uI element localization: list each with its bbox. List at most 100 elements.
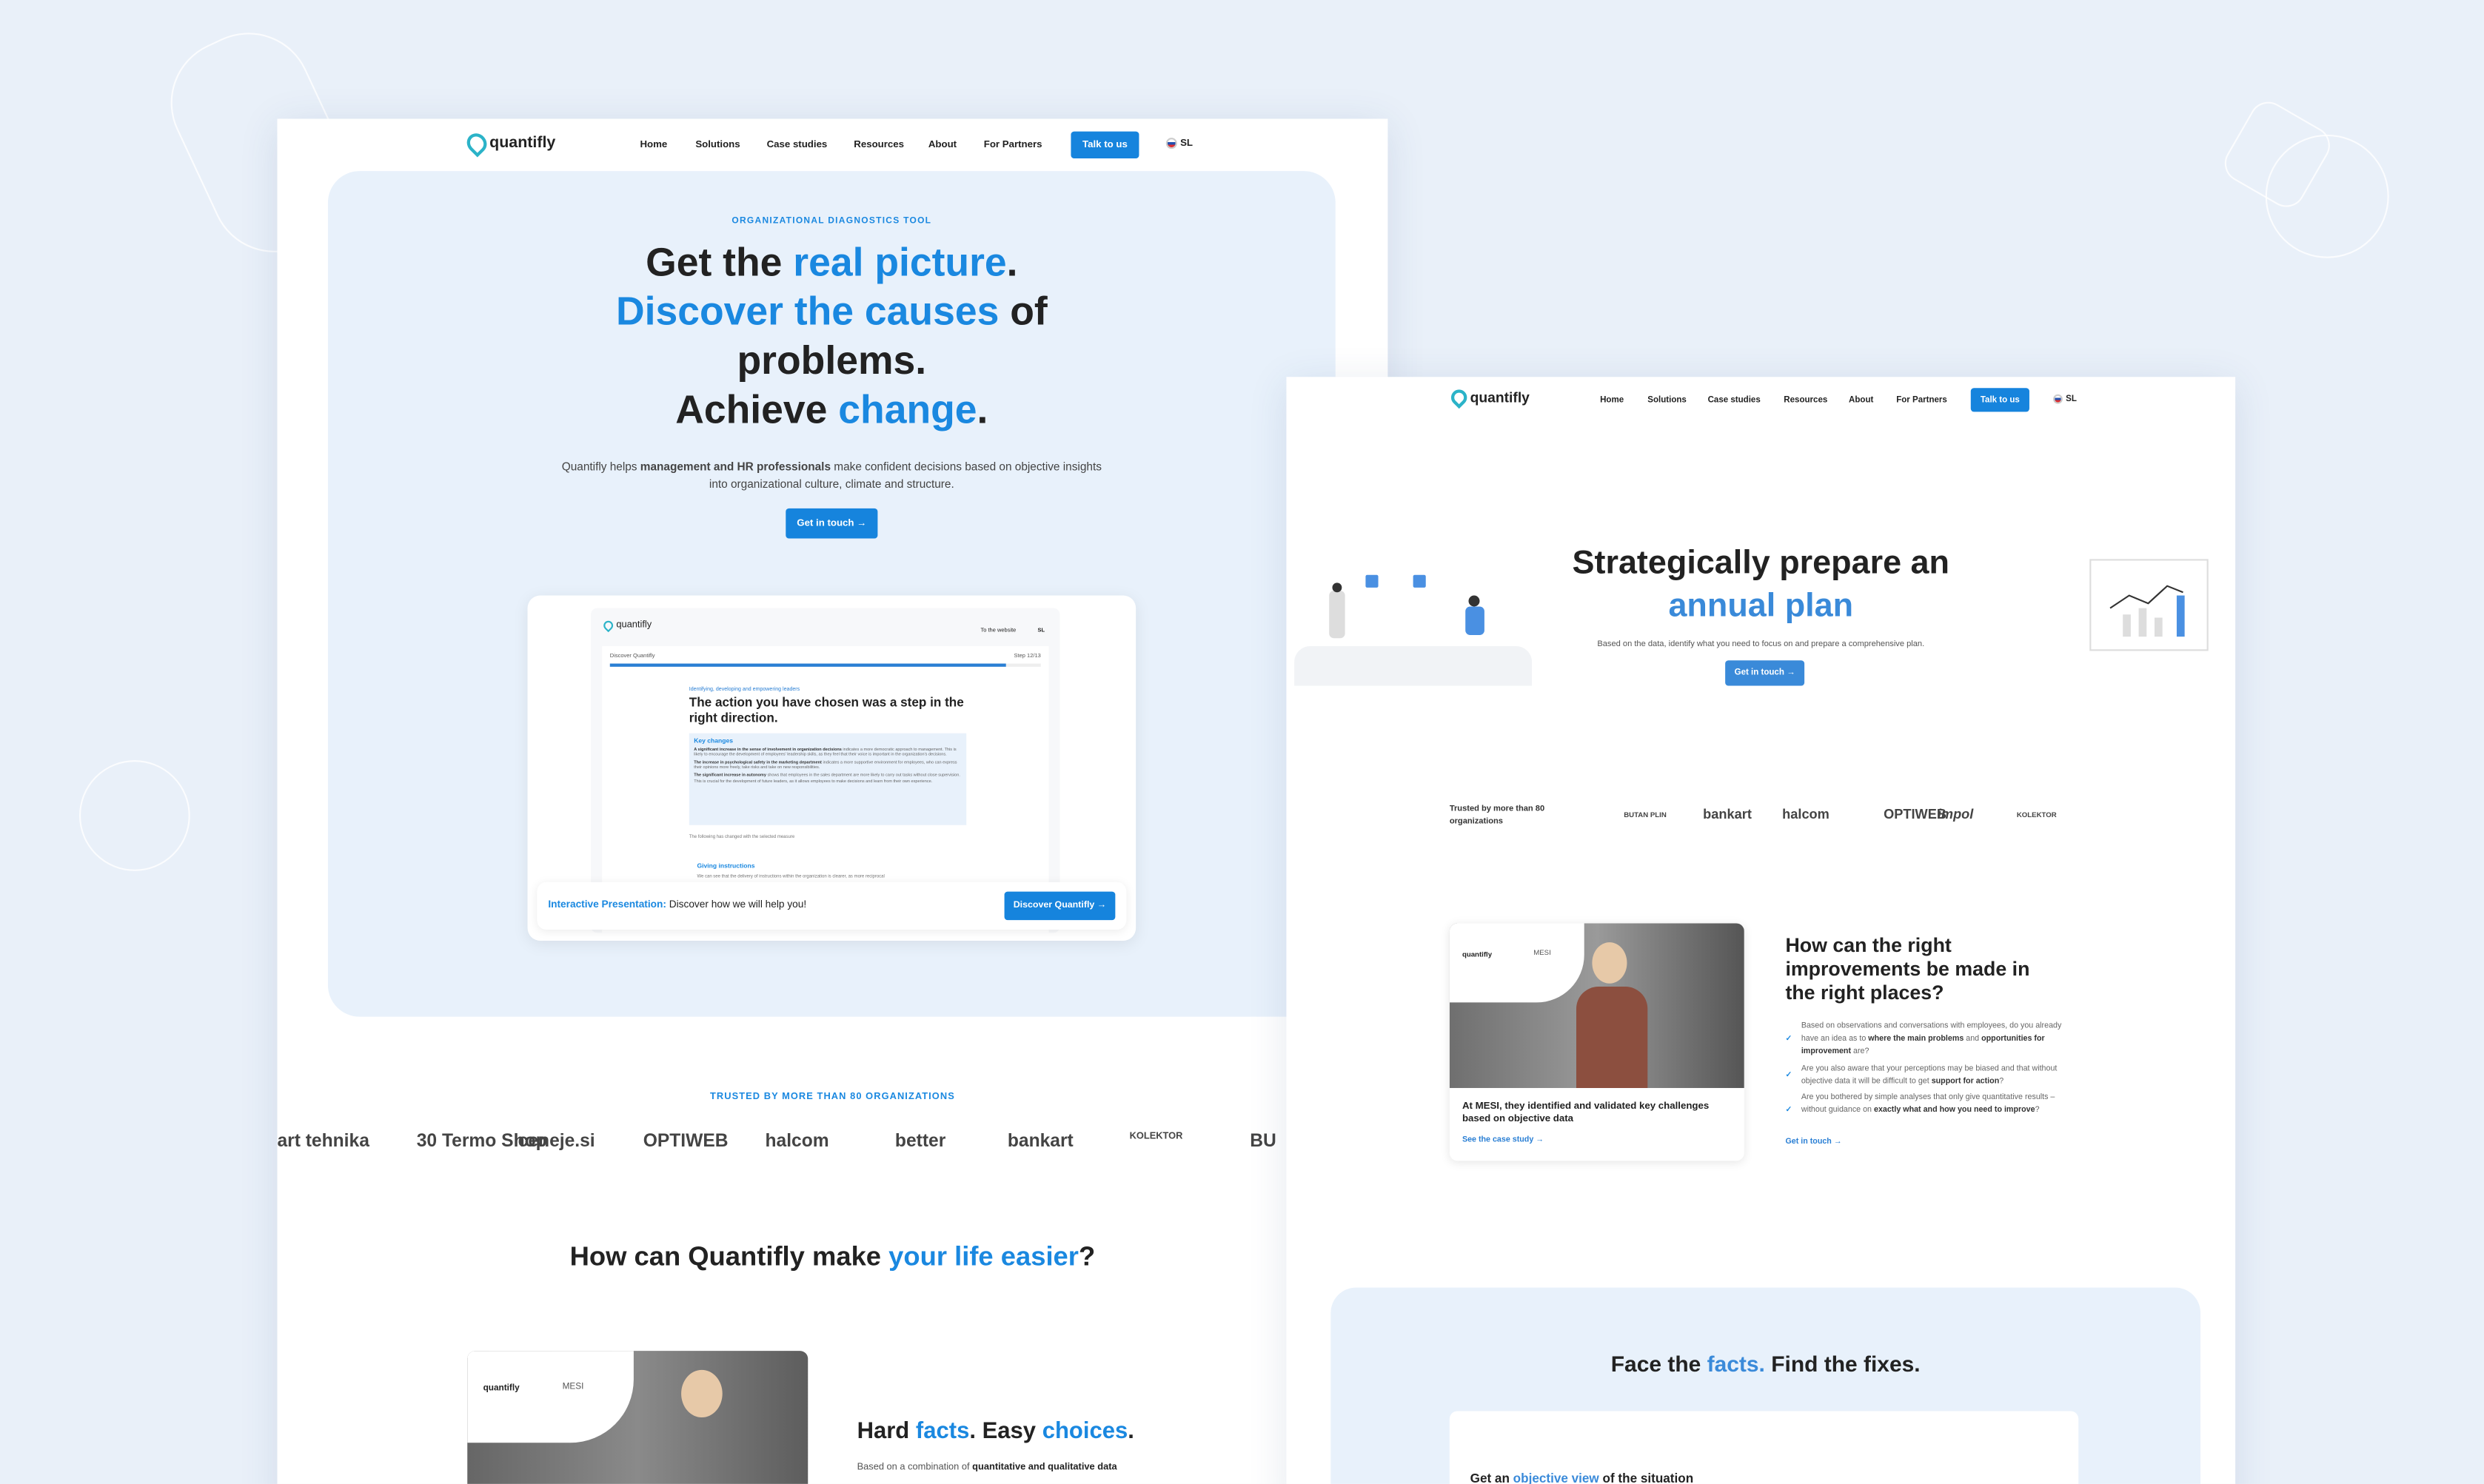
preview-language[interactable]: SL [1038, 627, 1045, 634]
slovenia-flag-icon [1165, 138, 1177, 150]
preview-logo: quantifly [601, 619, 652, 633]
brand-name: quantifly [616, 620, 652, 631]
title-text: of the situation [1598, 1471, 1694, 1484]
logo-icon [1447, 386, 1470, 409]
person-photo [681, 1369, 723, 1418]
brand-name: quantifly [1470, 389, 1530, 406]
headline-text: . [977, 388, 988, 433]
hero-headline: Get the real picture. Discover the cause… [328, 239, 1336, 435]
heading-text: . Easy [969, 1419, 1042, 1445]
client-logo: art tehnika [277, 1132, 369, 1152]
client-logo: BUTAN PLIN [1624, 810, 1667, 819]
headline-text: Get the [646, 241, 794, 286]
nav-for-partners[interactable]: For Partners [1896, 396, 1947, 406]
banner-label: Interactive Presentation: [548, 899, 666, 911]
image-logo-overlay [467, 1351, 634, 1443]
get-in-touch-link[interactable]: Get in touch → [1785, 1137, 1841, 1146]
hero-panel: ORGANIZATIONAL DIAGNOSTICS TOOL Get the … [327, 171, 1336, 1017]
nav-resources[interactable]: Resources [854, 139, 904, 150]
headline-highlight: real picture [793, 241, 1007, 286]
talk-to-us-button[interactable]: Talk to us [1071, 131, 1139, 158]
check-icon: ✓ [1785, 1070, 1792, 1080]
see-case-study-link[interactable]: See the case study → [1462, 1135, 1544, 1145]
item-text: Are you also aware that your perceptions… [1801, 1064, 2058, 1087]
quantifly-logo: quantifly [483, 1384, 520, 1394]
case-study-card[interactable]: quantifly MESI At MESI, they identified … [1449, 923, 1744, 1161]
key-change-item: The increase in psychological safety in … [694, 760, 962, 771]
heading-text: Find the fixes. [1764, 1351, 1921, 1377]
headline-text: of [999, 289, 1048, 335]
title-text: Get an [1470, 1471, 1513, 1484]
question-item: ✓ Are you bothered by simple analyses tha… [1785, 1091, 2080, 1117]
facts-heading: Face the facts. Find the fixes. [1330, 1351, 2200, 1376]
check-icon: ✓ [1785, 1034, 1792, 1044]
language-switch[interactable]: SL [2053, 394, 2077, 405]
logo-icon [601, 619, 615, 633]
nav-about[interactable]: About [1849, 396, 1873, 406]
client-logo: KOLEKTOR [1129, 1132, 1183, 1142]
nav-solutions[interactable]: Solutions [1647, 396, 1687, 406]
client-logo: better [894, 1132, 946, 1152]
headline-text: Achieve [675, 388, 839, 433]
headline-text: Strategically prepare an [1572, 545, 1950, 582]
item-bold: The increase in psychological safety in … [694, 759, 822, 765]
nav-solutions[interactable]: Solutions [695, 139, 740, 150]
hero-eyebrow: ORGANIZATIONAL DIAGNOSTICS TOOL [732, 217, 932, 226]
nav-home[interactable]: Home [1600, 396, 1624, 406]
intro-bold: management and HR professionals [640, 459, 831, 474]
giving-instructions-title: Giving instructions [697, 861, 755, 870]
trusted-label: TRUSTED BY MORE THAN 80 ORGANIZATIONS [709, 1092, 955, 1103]
item-bold: The significant increase in autonomy [694, 773, 766, 778]
headline-highlight: change [838, 388, 977, 433]
heading-text: . [1128, 1419, 1134, 1445]
homepage-window: quantifly Home Solutions Case studies Re… [277, 118, 1388, 1484]
nav-case-studies[interactable]: Case studies [1708, 396, 1761, 406]
quantifly-logo[interactable]: quantifly [463, 129, 556, 158]
nav-case-studies[interactable]: Case studies [767, 139, 828, 150]
title-text: ? [1078, 1241, 1096, 1272]
nav-home[interactable]: Home [640, 139, 667, 150]
hero-sub: Based on the data, identify what you nee… [1597, 639, 1925, 650]
facts-panel: Face the facts. Find the fixes. Get an o… [1330, 1287, 2201, 1484]
section-question: How can the right improvements be made i… [1785, 934, 2030, 1004]
discover-quantifly-button[interactable]: Discover Quantifly → [1004, 891, 1116, 921]
heading-text: Face the [1610, 1351, 1707, 1377]
item-bold: exactly what and how you need to improve [1873, 1105, 2035, 1115]
preview-title: The action you have chosen was a step in… [689, 695, 964, 725]
nav-for-partners[interactable]: For Partners [984, 139, 1042, 150]
client-logo: halcom [765, 1132, 829, 1152]
mesi-logo: MESI [1533, 948, 1551, 957]
interactive-preview[interactable]: quantifly To the website SL Discover Qua… [527, 595, 1136, 941]
nav-about[interactable]: About [928, 139, 957, 150]
key-changes-box: Key changes A significant increase in th… [689, 733, 967, 825]
heading-text: Hard [857, 1419, 916, 1445]
question-item: ✓ Are you also aware that your perception… [1785, 1062, 2080, 1088]
showcase-canvas: quantifly Home Solutions Case studies Re… [0, 0, 2484, 1484]
client-logo: halcom [1782, 806, 1829, 822]
language-switch[interactable]: SL [1165, 138, 1193, 150]
headline-text: problems. [737, 338, 927, 383]
get-in-touch-button[interactable]: Get in touch → [786, 508, 878, 539]
nav-resources[interactable]: Resources [1784, 396, 1827, 406]
check-icon: ✓ [1785, 1105, 1792, 1115]
to-website-link[interactable]: To the website [980, 627, 1016, 634]
case-study-photo: quantifly MESI [1449, 923, 1744, 1088]
intro-text: Quantifly helps [561, 459, 640, 474]
language-label: SL [2066, 394, 2077, 405]
heading-highlight: choices [1042, 1419, 1128, 1445]
decor-circle [78, 760, 190, 871]
quantifly-logo[interactable]: quantifly [1447, 386, 1530, 409]
client-logo: KOLEKTOR [2016, 810, 2057, 819]
item-text: are? [1851, 1047, 1869, 1058]
presentation-banner: Interactive Presentation: Discover how w… [537, 882, 1127, 930]
talk-to-us-button[interactable]: Talk to us [1970, 388, 2029, 412]
mesi-logo: MESI [562, 1382, 584, 1392]
key-change-item: A significant increase in the sense of i… [694, 747, 962, 758]
question-item: ✓ Based on observations and conversations… [1785, 1020, 2080, 1059]
progress-bar [609, 663, 1041, 667]
brand-name: quantifly [489, 134, 556, 152]
hard-facts-sub: Based on a combination of quantitative a… [857, 1463, 1117, 1473]
following-text: The following has changed with the selec… [689, 833, 795, 840]
quantifly-logo: quantifly [1462, 950, 1493, 958]
get-in-touch-button[interactable]: Get in touch → [1725, 660, 1805, 686]
